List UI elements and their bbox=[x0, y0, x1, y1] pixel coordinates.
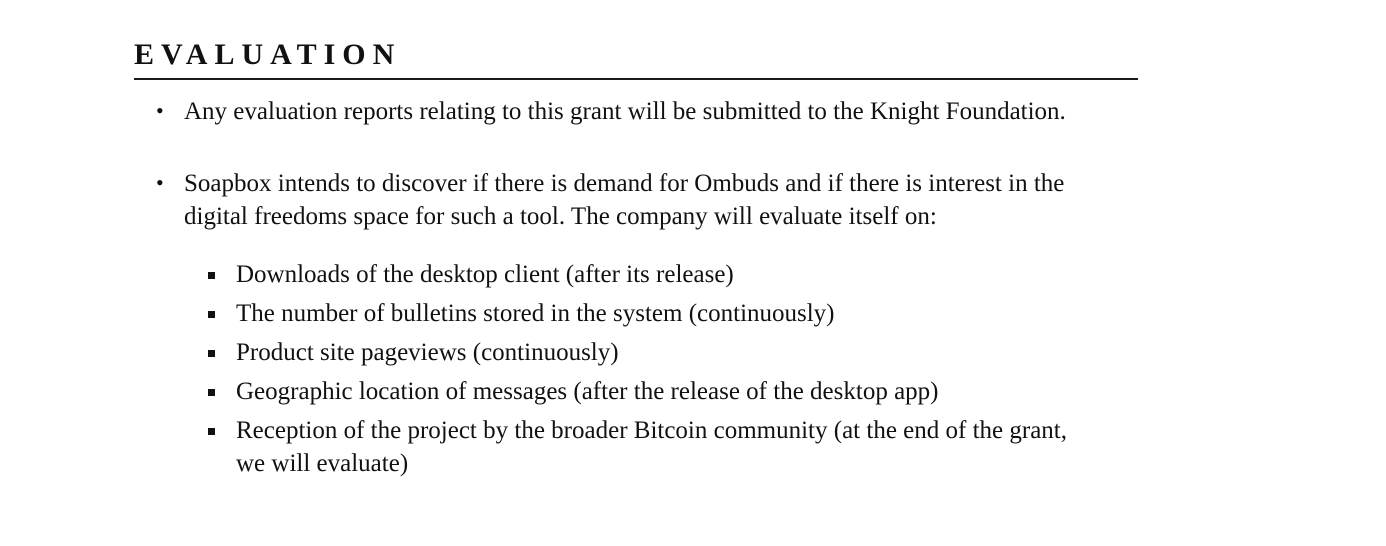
list-item-text-line: Reception of the project by the broader … bbox=[236, 417, 1067, 444]
document-page: EVALUATION • Any evaluation reports rela… bbox=[0, 0, 1386, 546]
bullet-dot: • bbox=[156, 98, 164, 123]
list-item: The number of bulletins stored in the sy… bbox=[208, 297, 1148, 330]
evaluation-criteria-list: Downloads of the desktop client (after i… bbox=[208, 258, 1148, 486]
square-bullet-icon bbox=[208, 272, 215, 279]
bullet-text-line: digital freedoms space for such a tool. … bbox=[184, 203, 937, 230]
square-bullet-icon bbox=[208, 311, 215, 318]
square-bullet-icon bbox=[208, 428, 215, 435]
bullet-text-soapbox: Soapbox intends to discover if there is … bbox=[184, 167, 1144, 233]
bullet-text-reports: Any evaluation reports relating to this … bbox=[184, 98, 1066, 125]
list-item-text-line: we will evaluate) bbox=[236, 450, 409, 477]
bullet-dot: • bbox=[156, 170, 164, 195]
list-item: Geographic location of messages (after t… bbox=[208, 375, 1148, 408]
bullet-text-line: Soapbox intends to discover if there is … bbox=[184, 170, 1065, 197]
list-item: Reception of the project by the broader … bbox=[208, 414, 1148, 480]
square-bullet-icon bbox=[208, 350, 215, 357]
list-item-text: Product site pageviews (continuously) bbox=[236, 339, 619, 366]
list-item-text: Reception of the project by the broader … bbox=[236, 414, 1148, 480]
square-bullet-icon bbox=[208, 389, 215, 396]
section-title: EVALUATION bbox=[134, 38, 402, 71]
title-underline bbox=[134, 78, 1138, 80]
list-item-text: Geographic location of messages (after t… bbox=[236, 378, 939, 405]
list-item-text: Downloads of the desktop client (after i… bbox=[236, 261, 734, 288]
list-item-text: The number of bulletins stored in the sy… bbox=[236, 300, 835, 327]
list-item: Product site pageviews (continuously) bbox=[208, 336, 1148, 369]
list-item: Downloads of the desktop client (after i… bbox=[208, 258, 1148, 291]
